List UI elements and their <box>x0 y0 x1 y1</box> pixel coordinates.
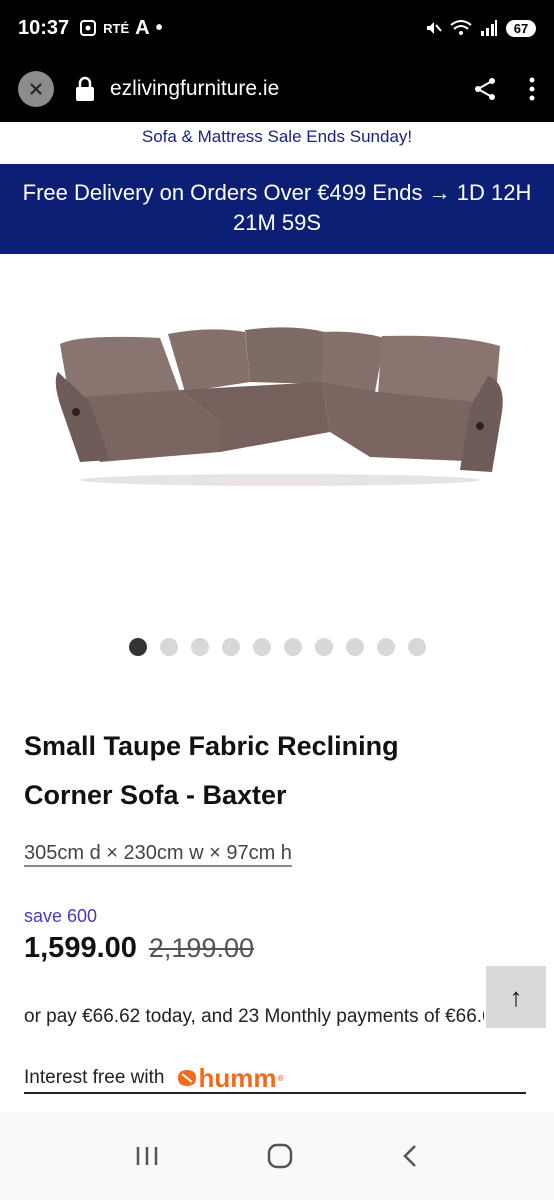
url-actions <box>472 76 536 102</box>
interest-free-row[interactable]: Interest free with humm ® <box>24 1063 526 1094</box>
carousel-dots <box>0 638 554 656</box>
dot-icon: • <box>155 16 163 39</box>
carousel-dot[interactable] <box>376 638 395 656</box>
status-system-icons: 67 <box>424 19 536 37</box>
home-icon[interactable] <box>267 1143 293 1169</box>
battery-icon: 67 <box>506 19 536 37</box>
status-notification-icons: RTÉ A • <box>79 16 163 40</box>
delivery-banner[interactable]: Free Delivery on Orders Over €499 Ends →… <box>0 164 554 254</box>
interest-free-label: Interest free with <box>24 1067 165 1088</box>
carousel-dot[interactable] <box>128 638 147 656</box>
product-dimensions-link[interactable]: 305cm d × 230cm w × 97cm h <box>24 842 292 865</box>
url-text[interactable]: ezlivingfurniture.ie <box>110 77 279 101</box>
humm-bee-icon <box>178 1070 197 1086</box>
carousel-dot[interactable] <box>252 638 271 656</box>
signal-icon <box>481 20 497 36</box>
carousel-dot[interactable] <box>345 638 364 656</box>
save-label: save 600 <box>24 906 98 926</box>
payment-info: or pay €66.62 today, and 23 Monthly paym… <box>24 1006 484 1027</box>
carousel-dot[interactable] <box>407 638 426 656</box>
lock-icon <box>76 76 94 101</box>
share-icon[interactable] <box>472 76 498 102</box>
product-title: Small Taupe Fabric Reclining Corner Sofa… <box>24 731 399 810</box>
status-bar: 10:37 RTÉ A • 67 <box>0 0 554 56</box>
browser-url-bar: ezlivingfurniture.ie <box>0 56 554 122</box>
recent-apps-icon[interactable] <box>134 1145 160 1167</box>
more-options-icon[interactable] <box>528 76 536 102</box>
rte-icon: RTÉ <box>103 20 130 36</box>
status-time: 10:37 <box>18 16 70 39</box>
scroll-to-top-button[interactable]: ↑ <box>486 966 546 1028</box>
a-icon: A <box>135 16 150 39</box>
wifi-icon <box>450 20 472 35</box>
carousel-dot[interactable] <box>283 638 302 656</box>
mute-icon <box>427 22 442 34</box>
humm-logo: humm ® <box>176 1063 283 1094</box>
carousel-dot[interactable] <box>159 638 178 656</box>
promo-banner[interactable]: Sofa & Mattress Sale Ends Sunday! <box>0 122 554 162</box>
android-nav-bar <box>0 1112 554 1200</box>
screenshot-icon <box>80 20 97 36</box>
carousel-dot[interactable] <box>221 638 240 656</box>
humm-logo-text: humm <box>198 1062 277 1093</box>
carousel-dot[interactable] <box>314 638 333 656</box>
product-image[interactable] <box>40 312 514 492</box>
close-tab-button[interactable] <box>18 71 54 107</box>
price-row: 1,599.00 2,199.00 <box>24 932 254 965</box>
back-icon[interactable] <box>400 1143 420 1169</box>
old-price: 2,199.00 <box>148 933 254 963</box>
close-icon <box>30 83 42 95</box>
carousel-dot[interactable] <box>190 638 209 656</box>
current-price: 1,599.00 <box>24 932 137 964</box>
